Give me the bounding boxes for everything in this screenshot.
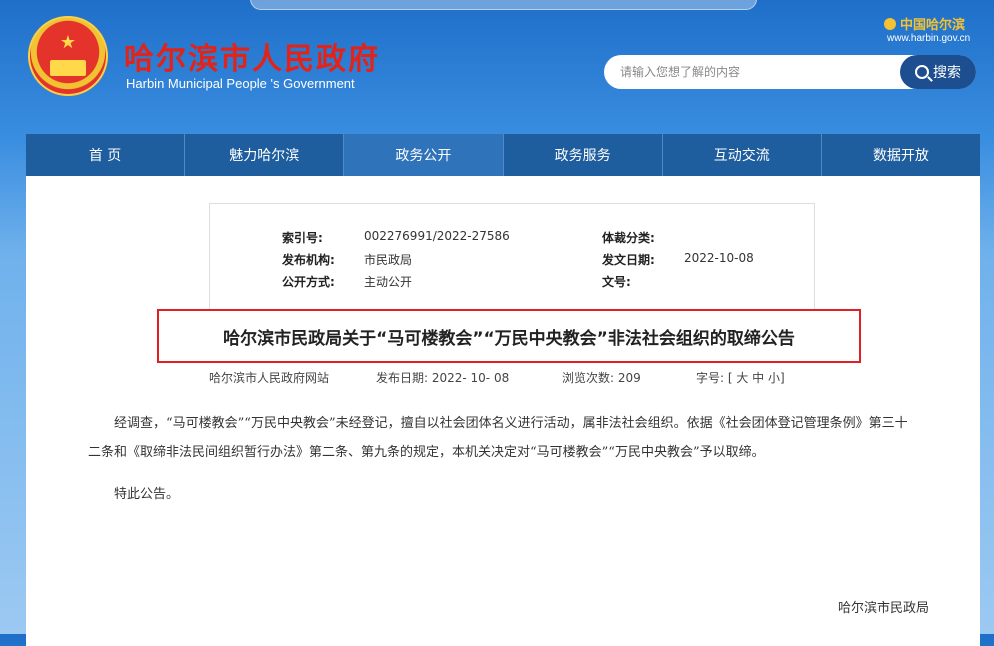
font-size-switcher[interactable]: 字号: [ 大 中 小] xyxy=(696,369,785,386)
search-button-label: 搜索 xyxy=(933,65,961,81)
nav-item-open-data[interactable]: 数据开放 xyxy=(822,134,980,176)
article-signature: 哈尔滨市民政局 xyxy=(838,601,930,616)
article-publish-date: 发布日期: 2022- 10- 08 xyxy=(376,371,510,385)
search-icon xyxy=(915,65,929,79)
national-emblem-icon: ★ xyxy=(28,16,108,96)
date-label: 发文日期: xyxy=(602,253,655,267)
date-value: 2022-10-08 xyxy=(684,251,754,265)
search-button[interactable]: 搜索 xyxy=(900,55,976,89)
index-value: 002276991/2022-27586 xyxy=(364,229,510,243)
search-input[interactable] xyxy=(618,64,892,80)
brand-logo-text: 中国哈尔滨 xyxy=(900,18,966,33)
nav-item-home[interactable]: 首 页 xyxy=(26,134,186,176)
genre-label: 体裁分类: xyxy=(602,231,655,245)
nav-item-interaction[interactable]: 互动交流 xyxy=(663,134,822,176)
docno-label: 文号: xyxy=(602,275,631,289)
nav-item-charm-harbin[interactable]: 魅力哈尔滨 xyxy=(185,134,345,176)
top-bar-pill xyxy=(250,0,757,10)
article-views: 浏览次数: 209 xyxy=(562,371,641,385)
article-panel: 索引号: 002276991/2022-27586 体裁分类: 发布机构: 市民… xyxy=(26,176,980,646)
site-name-cn[interactable]: 哈尔滨市人民政府 xyxy=(124,34,380,78)
article-paragraph-1: 经调查，“马可楼教会”“万民中央教会”未经登记，擅自以社会团体名义进行活动，属非… xyxy=(88,416,908,460)
brand-logo-icon xyxy=(884,18,896,30)
nav-item-government-affairs[interactable]: 政务公开 xyxy=(344,134,504,176)
site-name-en: Harbin Municipal People 's Government xyxy=(126,76,355,91)
mode-value: 主动公开 xyxy=(364,275,413,289)
mode-label: 公开方式: xyxy=(282,275,335,289)
search-box: 搜索 xyxy=(604,55,976,89)
nav-item-government-services[interactable]: 政务服务 xyxy=(504,134,663,176)
brand-logo[interactable]: 中国哈尔滨 xyxy=(884,14,965,33)
article-paragraph-2: 特此公告。 xyxy=(114,487,180,502)
org-label: 发布机构: xyxy=(282,253,335,267)
main-nav: 首 页 魅力哈尔滨 政务公开 政务服务 互动交流 数据开放 xyxy=(26,134,980,176)
index-label: 索引号: xyxy=(282,231,323,245)
article-title: 哈尔滨市民政局关于“马可楼教会”“万民中央教会”非法社会组织的取缔公告 xyxy=(157,309,861,363)
article-source: 哈尔滨市人民政府网站 xyxy=(209,371,330,385)
org-value: 市民政局 xyxy=(364,253,413,267)
brand-url: www.harbin.gov.cn xyxy=(887,33,971,44)
